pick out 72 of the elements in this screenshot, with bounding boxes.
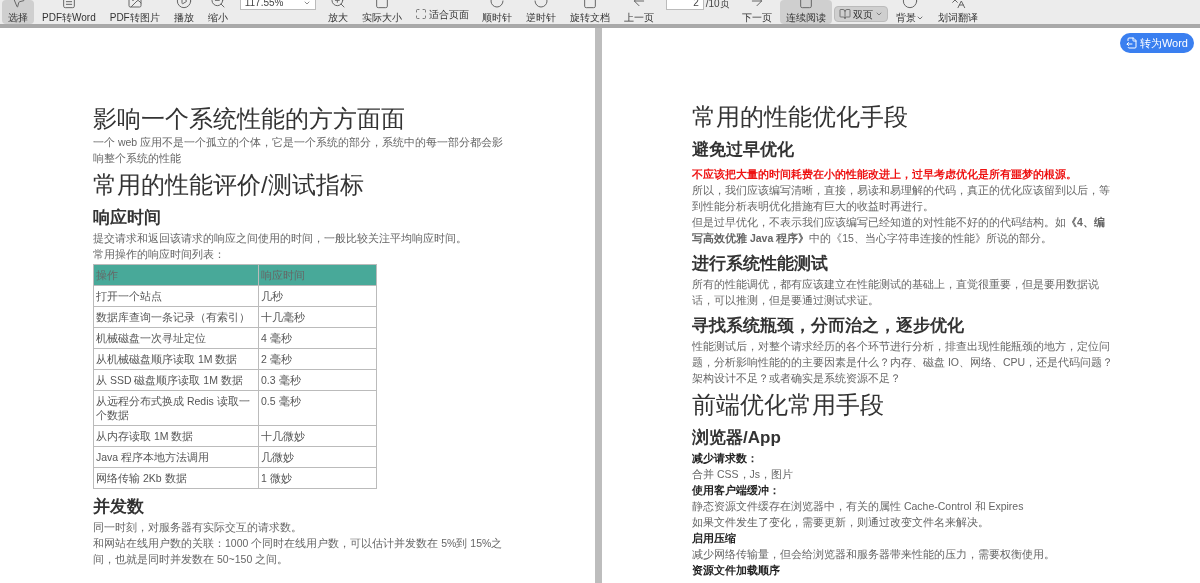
toolbar-button[interactable]: PDF转Word (36, 0, 102, 24)
subheading: 响应时间 (93, 207, 162, 229)
subheading: 避免过早优化 (692, 139, 795, 161)
paragraph: 如果文件发生了变化，需要更新，则通过改变文件名来解决。 (692, 515, 990, 530)
toolbar-button[interactable]: PDF转图片 (103, 0, 166, 24)
heading: 前端优化常用手段 (692, 390, 885, 420)
table-cell: 2 毫秒 (258, 348, 377, 370)
table-cell: 1 微妙 (258, 467, 377, 489)
toolbar-button[interactable]: 下一页 (735, 0, 778, 24)
caret-icon (302, 0, 311, 7)
paragraph: 提交请求和返回该请求的响应之间使用的时间，一般比较关注平均响应时间。 (93, 231, 468, 246)
subheading: 寻找系统瓶颈，分而治之，逐步优化 (692, 315, 965, 337)
caret-icon (915, 14, 924, 22)
table-cell: 数据库查询一条记录（有索引） (93, 306, 259, 328)
paragraph: 性能测试后，对整个请求经历的各个环节进行分析，排查出现性能瓶颈的地方，定位问题，分析影响性能的的主要因素是什么？内存、磁盘 IO、网络、CPU，还是代码问题？架构设计不足？或者确实是系统资源不足？ (692, 339, 1114, 386)
table-cell: 十几微妙 (258, 425, 377, 447)
table-cell: 从内存读取 1M 数据 (93, 425, 259, 447)
fit-page-icon (414, 8, 427, 20)
toolbar-button[interactable]: 上一页 (617, 0, 660, 24)
paragraph: 但是过早优化，不表示我们应该编写已经知道的对性能不好的的代码结构。如《4、编写高效优雅 Java 程序》中的《15、当心字符串连接的性能》所说的部分。 (692, 215, 1106, 246)
item-label: 减少请求数： (692, 451, 759, 466)
toolbar-button[interactable]: 实际大小 (355, 0, 408, 24)
toolbar-button[interactable]: 顺时针 (475, 0, 518, 24)
toolbar-button[interactable]: 旋转文档 (563, 0, 616, 24)
toolbar-button[interactable]: 背景 (889, 0, 930, 24)
toolbar-button[interactable]: 选择 (2, 0, 34, 24)
subheading: 进行系统性能测试 (692, 253, 829, 275)
convert-to-word-button[interactable]: 转为Word (1119, 33, 1194, 53)
table-cell: 网络传输 2Kb 数据 (93, 467, 259, 489)
heading: 常用的性能评价/测试指标 (93, 170, 365, 200)
paragraph: 所有的性能调优，都有应该建立在性能测试的基础上，直觉很重要，但是要用数据说话，可以推测，但是要通过测试求证。 (692, 277, 1100, 308)
table-cell: 从机械磁盘顺序读取 1M 数据 (93, 348, 259, 370)
paragraph: 合并 CSS，Js，图片 (692, 467, 794, 482)
paragraph: 和网站在线用户数的关联：1000 个同时在线用户数，可以估计并发数在 5%到 15%之间，也就是同时并发数在 50~150 之间。 (93, 536, 504, 567)
table-cell: 0.3 毫秒 (258, 369, 377, 391)
table-cell: 4 毫秒 (258, 327, 377, 349)
subheading: 浏览器/App (692, 427, 782, 449)
table-header: 操作 (93, 264, 259, 286)
subheading: 并发数 (93, 496, 145, 518)
paragraph: 静态资源文件缓存在浏览器中，有关的属性 Cache-Control 和 Expires (692, 499, 1025, 514)
table-cell: 几秒 (258, 285, 377, 307)
table-cell: 从远程分布式换成 Redis 读取一个数据 (93, 390, 259, 426)
page-total: /10页 (705, 0, 730, 9)
paragraph: 所以，我们应该编写清晰，直接，易读和易理解的代码，真正的优化应该留到以后，等到性能分析表明优化措施有巨大的收益时再进行。 (692, 183, 1111, 214)
paragraph: 一个 web 应用不是一个孤立的个体，它是一个系统的部分，系统中的每一部分都会影响整个系统的性能 (93, 135, 505, 166)
toolbar-button[interactable]: 播放 (167, 0, 200, 24)
item-label: 启用压缩 (692, 531, 737, 546)
toolbar-button[interactable]: 划词翻译 (931, 0, 984, 24)
warning-text: 不应该把大量的时间耗费在小的性能改进上，过早考虑优化是所有噩梦的根源。 (692, 167, 1078, 182)
heading: 影响一个系统性能的方方面面 (93, 104, 406, 134)
heading: 常用的性能优化手段 (692, 102, 909, 132)
table-cell: 从 SSD 磁盘顺序读取 1M 数据 (93, 369, 259, 391)
toolbar-button[interactable]: 适合页面 (409, 6, 474, 22)
caret-icon (874, 10, 883, 18)
paragraph: 减少网络传输量，但会给浏览器和服务器带来性能的压力，需要权衡使用。 (692, 547, 1056, 562)
book-icon (838, 8, 851, 20)
table-cell: 几微妙 (258, 446, 377, 468)
toolbar-button[interactable]: 双页 (833, 6, 888, 22)
table-cell: 十几毫秒 (258, 306, 377, 328)
item-label: 资源文件加载顺序 (692, 563, 781, 578)
toolbar-button[interactable]: 放大 (321, 0, 354, 24)
table-cell: 0.5 毫秒 (258, 390, 377, 426)
table-cell: 机械磁盘一次寻址定位 (93, 327, 259, 349)
table-cell: 打开一个站点 (93, 285, 259, 307)
table-cell: Java 程序本地方法调用 (93, 446, 259, 468)
toolbar-button[interactable]: 逆时针 (519, 0, 562, 24)
convert-icon (1125, 37, 1138, 49)
paragraph: 常用操作的响应时间列表： (93, 247, 226, 262)
toolbar-button[interactable]: 连续阅读 (779, 0, 832, 24)
toolbar-button[interactable]: 缩小 (201, 0, 234, 24)
paragraph: 同一时刻，对服务器有实际交互的请求数。 (93, 520, 303, 535)
item-label: 使用客户端缓冲： (692, 483, 781, 498)
